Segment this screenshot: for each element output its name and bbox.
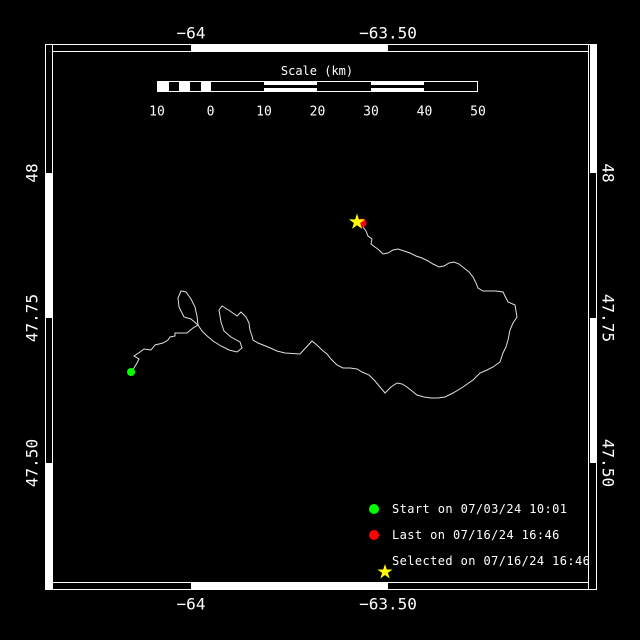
scale-bar-block — [370, 82, 424, 91]
frame-band-fill — [46, 463, 52, 589]
scale-bar-tick-label: 10 — [256, 104, 272, 120]
track-canvas — [127, 213, 518, 399]
axis-tick-label-right: 48 — [598, 163, 618, 183]
axis-tick-label-left: 48 — [22, 163, 42, 183]
frame-band-fill — [191, 45, 388, 51]
legend-dot-icon — [369, 504, 379, 514]
scale-bar-block — [264, 82, 318, 91]
axis-tick-label-left: 47.50 — [22, 438, 42, 488]
axis-tick-label-left: 47.75 — [22, 293, 42, 343]
frame-band-fill — [46, 173, 52, 318]
legend-dot-icon — [369, 530, 379, 540]
frame-band-fill — [191, 583, 388, 589]
axis-tick-label-top: −63.50 — [359, 23, 417, 43]
frame-band-fill — [590, 318, 596, 463]
scale-bar-title: Scale (km) — [280, 64, 354, 78]
axis-tick-label-bottom: −63.50 — [359, 594, 417, 614]
scale-bar-block — [158, 82, 169, 91]
scale-bar-tick-label: 0 — [206, 104, 215, 120]
legend-label: Last on 07/16/24 16:46 — [392, 528, 560, 542]
map-plot: −64 −63.50 −64 −63.50 48 47.75 47.50 48 47.75 47.… — [0, 0, 640, 640]
track-path — [130, 221, 518, 399]
scale-bar-tick-label: 20 — [309, 104, 326, 120]
scale-bar-tick-label: 50 — [470, 104, 486, 120]
legend-label: Selected on 07/16/24 16:46 — [392, 554, 591, 568]
scale-bar-tick-label: 40 — [416, 104, 433, 120]
scale-bar-block — [179, 82, 190, 91]
axis-tick-label-top: −64 — [176, 23, 206, 43]
axis-tick-label-bottom: −64 — [176, 594, 206, 614]
axis-tick-label-right: 47.75 — [598, 293, 618, 343]
frame-band-fill — [590, 45, 596, 173]
start-marker — [127, 368, 135, 376]
legend-label: Start on 07/03/24 10:01 — [392, 502, 568, 516]
scale-bar-tick-label: 30 — [363, 104, 379, 120]
scale-bar-tick-label: 10 — [149, 104, 165, 120]
axis-tick-label-right: 47.50 — [598, 438, 618, 488]
scale-bar-block — [200, 82, 212, 91]
scale-bar-bar — [157, 81, 478, 92]
